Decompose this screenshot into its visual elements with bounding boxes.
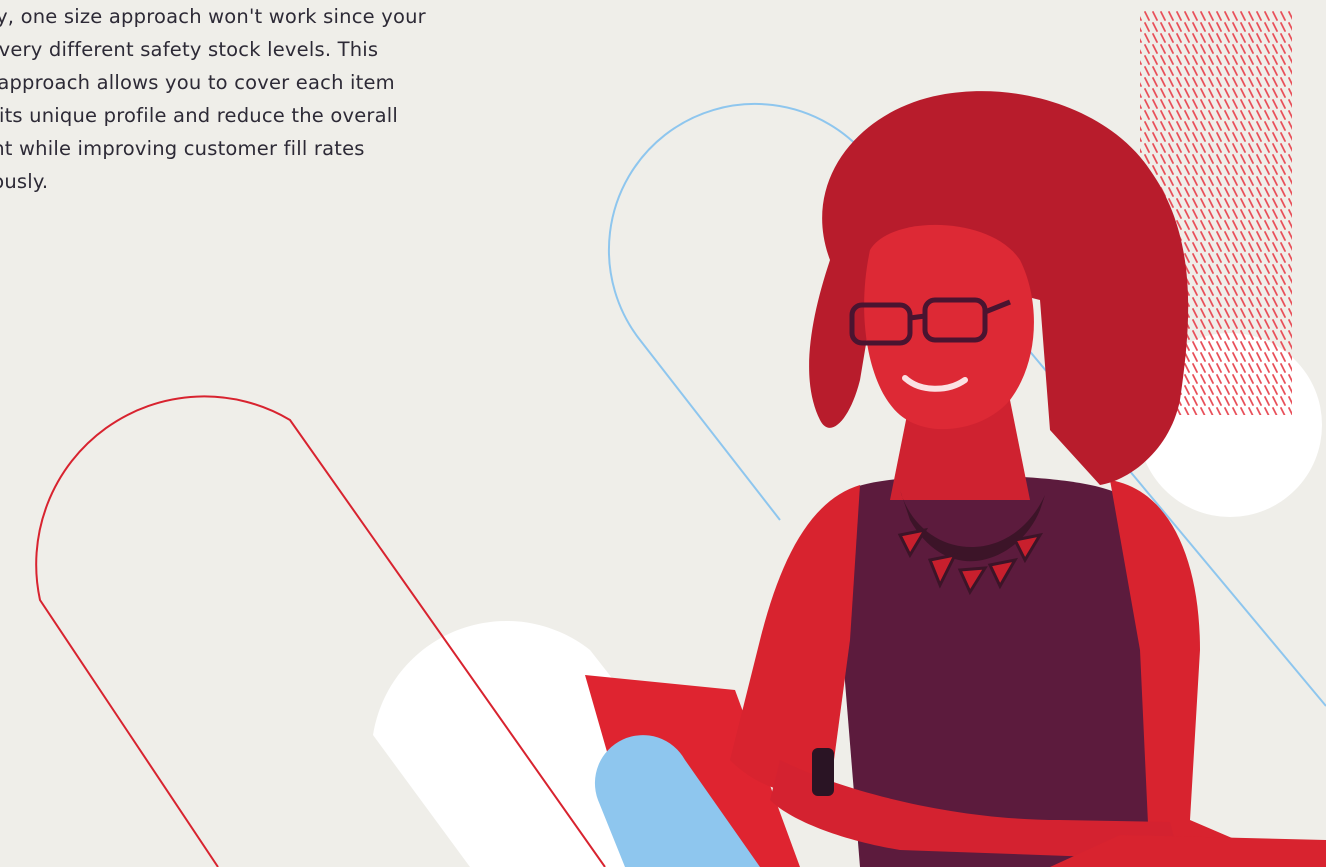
woman-photo xyxy=(585,91,1326,867)
slide-canvas: try, one size approach won't work since … xyxy=(0,0,1326,867)
left-arm-shape xyxy=(730,485,860,794)
face-shape xyxy=(864,224,1034,430)
watch-shape xyxy=(812,748,834,796)
